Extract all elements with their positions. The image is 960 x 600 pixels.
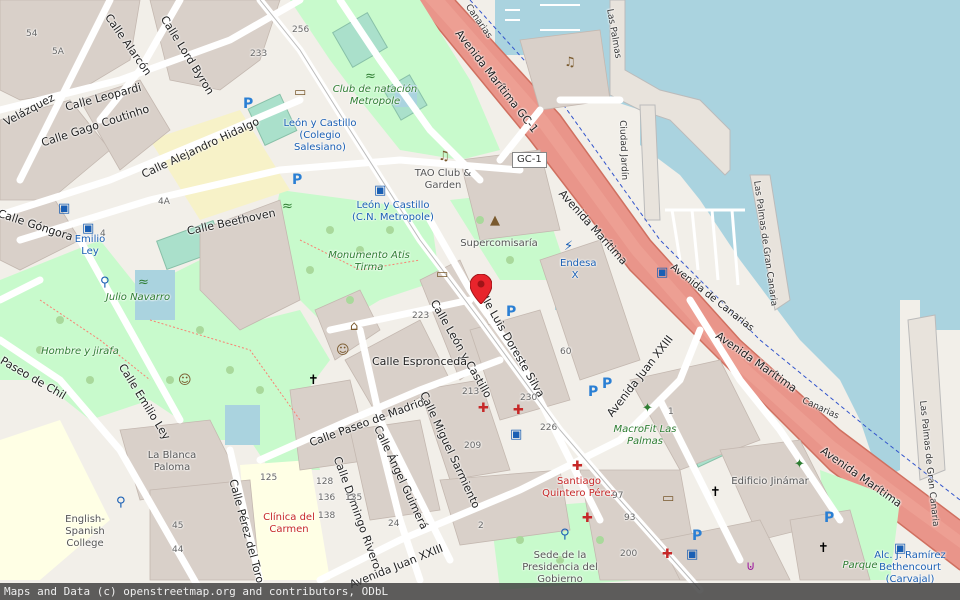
parking-icon: P (292, 172, 303, 188)
house-number: 226 (540, 423, 558, 433)
swimming-icon: ≈ (138, 275, 149, 290)
house-number: 4 (100, 229, 106, 239)
poi-tao-club[interactable]: TAO Club & Garden (398, 168, 488, 192)
cinema-icon: ▭ (294, 85, 307, 100)
house-number: 136 (318, 493, 336, 503)
house-number: 45 (172, 521, 184, 531)
theatre-icon: ☺ (336, 343, 350, 358)
bus-stop-icon: ▣ (894, 541, 907, 556)
poi-leon-castillo-salesiano[interactable]: León y Castillo (Colegio Salesiano) (275, 118, 365, 154)
poi-supercomisaria[interactable]: Supercomisaría (454, 238, 544, 250)
house-number: 213 (462, 387, 480, 397)
church-icon: ✝ (308, 373, 319, 388)
house-number: 1 (668, 407, 674, 417)
pharmacy-icon: ✚ (662, 547, 673, 562)
attribution-text: Maps and Data (c) openstreetmap.org and … (4, 585, 389, 598)
house-number: 209 (464, 441, 482, 451)
bus-stop-icon: ▣ (510, 427, 523, 442)
poi-macrofit[interactable]: MacroFit Las Palmas (600, 424, 690, 448)
house-number: 200 (620, 549, 638, 559)
map-attribution: Maps and Data (c) openstreetmap.org and … (0, 583, 960, 600)
bus-stop-icon: ▣ (82, 221, 95, 236)
poi-endesa[interactable]: Endesa X (560, 258, 597, 282)
house-number: 4A (158, 197, 170, 207)
house-number: 97 (612, 491, 624, 501)
cinema-icon: ▭ (662, 491, 675, 506)
house-number: 125 (260, 473, 278, 483)
charging-icon: ⚡ (564, 239, 574, 254)
house-number: 256 (292, 25, 310, 35)
pharmacy-icon: ✚ (572, 459, 583, 474)
poi-alc-ramirez[interactable]: Alc. J. Ramírez Bethencourt (Carvajal) (860, 550, 960, 586)
house-number: 60 (560, 347, 572, 357)
bus-stop-icon: ▣ (656, 265, 669, 280)
bus-stop-icon: ▣ (686, 547, 699, 562)
poi-leon-castillo-metropole[interactable]: León y Castillo (C.N. Metropole) (348, 200, 438, 224)
street-espronceda: Calle Espronceda (372, 355, 467, 368)
swimming-icon: ≈ (365, 69, 376, 84)
church-icon: ✝ (818, 541, 829, 556)
poi-julio-navarro[interactable]: Julio Navarro (98, 292, 178, 304)
house-number: 2 (478, 521, 484, 531)
fitness-icon: ✦ (642, 401, 653, 416)
map-view[interactable]: GC-1 Avenida Marítima GC-1 Avenida Marít… (0, 0, 960, 600)
fitness-icon: ✦ (794, 457, 805, 472)
location-marker[interactable] (470, 274, 492, 304)
house-number: 54 (26, 29, 38, 39)
bicycle-icon: ⚲ (560, 527, 570, 542)
shop-icon: ⊍ (746, 559, 756, 574)
police-icon: ▲ (490, 213, 500, 228)
parking-icon: P (506, 304, 517, 320)
bus-stop-icon: ▣ (58, 201, 71, 216)
poi-english-college[interactable]: English-Spanish College (50, 514, 120, 550)
house-number: 233 (250, 49, 268, 59)
label-ciudad-jardin: Ciudad Jardín (617, 120, 630, 181)
bus-stop-icon: ▣ (374, 183, 387, 198)
pharmacy-icon: ✚ (582, 511, 593, 526)
poi-monumento[interactable]: Monumento Atis Tirma (324, 250, 414, 274)
house-number: 128 (316, 477, 334, 487)
poi-edificio-jinamar[interactable]: Edificio Jinámar (730, 476, 810, 488)
house-number: 138 (318, 511, 336, 521)
pharmacy-icon: ✚ (478, 401, 489, 416)
house-number: 24 (388, 519, 400, 529)
poi-sede-presidencia[interactable]: Sede de la Presidencia del Gobierno (510, 550, 610, 586)
bicycle-icon: ⚲ (116, 495, 126, 510)
swimming-icon: ≈ (282, 199, 293, 214)
house-number: 5A (52, 47, 64, 57)
parking-icon: P (243, 96, 254, 112)
gc1-shield: GC-1 (512, 152, 547, 168)
house-number: 223 (412, 311, 430, 321)
house-number: 44 (172, 545, 184, 555)
cinema-icon: ▭ (436, 267, 449, 282)
bicycle-icon: ⚲ (100, 275, 110, 290)
poi-santiago-quintero[interactable]: Santiago Quintero Pérez (534, 476, 624, 500)
parking-icon: P (692, 528, 703, 544)
church-icon: ✝ (710, 485, 721, 500)
house-number: 135 (345, 493, 363, 503)
poi-club-natacion[interactable]: Club de natación Metropole (330, 84, 420, 108)
theatre-icon: ☺ (178, 373, 192, 388)
parking-icon: P (602, 376, 613, 392)
music-icon: ♫ (438, 149, 450, 164)
music-icon: ♫ (564, 55, 576, 70)
house-number: 93 (624, 513, 636, 523)
pharmacy-icon: ✚ (513, 403, 524, 418)
poi-hombre-jirafa[interactable]: Hombre y jirafa (40, 346, 120, 358)
parking-icon: P (588, 384, 599, 400)
poi-la-blanca-paloma[interactable]: La Blanca Paloma (132, 450, 212, 474)
parking-icon: P (824, 510, 835, 526)
museum-icon: ⌂ (350, 319, 359, 334)
marker-pin-icon (470, 274, 492, 304)
